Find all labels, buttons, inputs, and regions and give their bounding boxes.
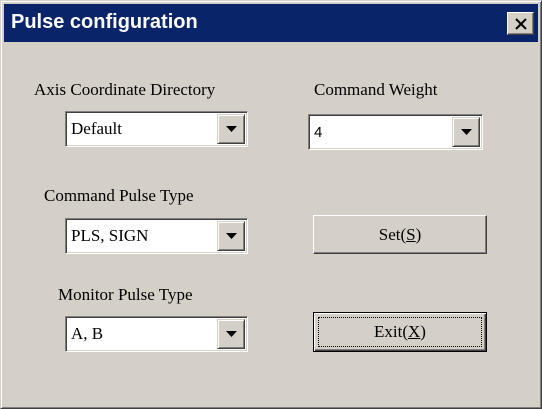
exit-button-label: Exit(X) bbox=[374, 322, 426, 341]
monitor-pulse-type-select[interactable]: A, B bbox=[65, 316, 248, 352]
axis-coordinate-label: Axis Coordinate Directory bbox=[34, 80, 216, 99]
command-weight-value: 4 bbox=[314, 124, 323, 141]
pulse-configuration-dialog: Pulse configuration Axis Coordinate Dire… bbox=[0, 0, 542, 409]
monitor-pulse-type-value: A, B bbox=[71, 324, 104, 343]
chevron-down-icon bbox=[226, 331, 237, 337]
command-pulse-type-select[interactable]: PLS, SIGN bbox=[65, 218, 248, 254]
close-button[interactable] bbox=[507, 12, 534, 35]
chevron-down-icon bbox=[461, 129, 472, 135]
command-weight-select[interactable]: 4 bbox=[308, 114, 483, 150]
command-pulse-type-dropdown-button[interactable] bbox=[217, 221, 245, 251]
window-title: Pulse configuration bbox=[11, 11, 198, 33]
monitor-pulse-type-dropdown-button[interactable] bbox=[217, 319, 245, 349]
axis-coordinate-dropdown-button[interactable] bbox=[217, 114, 245, 144]
command-weight-dropdown-button[interactable] bbox=[452, 117, 480, 147]
chevron-down-icon bbox=[226, 126, 237, 132]
command-pulse-type-value: PLS, SIGN bbox=[71, 226, 149, 245]
monitor-pulse-type-label: Monitor Pulse Type bbox=[58, 285, 193, 304]
exit-button[interactable]: Exit(X) bbox=[313, 312, 487, 352]
chevron-down-icon bbox=[226, 233, 237, 239]
title-bar[interactable]: Pulse configuration bbox=[4, 4, 538, 42]
command-pulse-type-label: Command Pulse Type bbox=[44, 186, 194, 205]
axis-coordinate-select[interactable]: Default bbox=[65, 111, 248, 147]
close-icon bbox=[515, 18, 527, 30]
command-weight-label: Command Weight bbox=[314, 80, 438, 99]
set-button[interactable]: Set(S) bbox=[313, 215, 487, 254]
axis-coordinate-value: Default bbox=[71, 119, 122, 138]
set-button-label: Set(S) bbox=[378, 224, 422, 244]
